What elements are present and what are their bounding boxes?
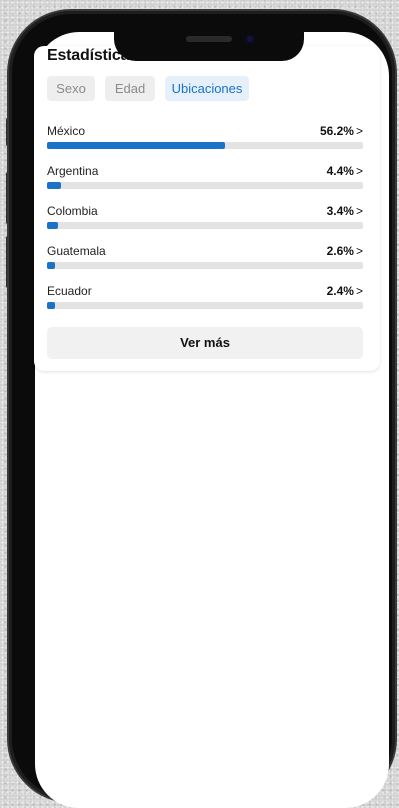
location-row-argentina[interactable]: Argentina 4.4% > xyxy=(47,164,363,192)
location-percent: 2.4% > xyxy=(326,284,363,298)
tab-ubicaciones[interactable]: Ubicaciones xyxy=(165,76,249,101)
location-name: Argentina xyxy=(47,164,99,178)
location-percent: 2.6% > xyxy=(326,244,363,258)
progress-fill xyxy=(47,142,225,149)
chevron-right-icon: > xyxy=(355,164,363,178)
chevron-right-icon: > xyxy=(355,284,363,298)
location-row-guatemala[interactable]: Guatemala 2.6% > xyxy=(47,244,363,272)
location-row-ecuador[interactable]: Ecuador 2.4% > xyxy=(47,284,363,312)
location-name: Colombia xyxy=(47,204,98,218)
front-camera-icon xyxy=(245,34,255,44)
tab-edad[interactable]: Edad xyxy=(105,76,155,101)
progress-track xyxy=(47,222,363,229)
chevron-right-icon: > xyxy=(355,244,363,258)
progress-track xyxy=(47,262,363,269)
location-percent: 4.4% > xyxy=(326,164,363,178)
location-name: México xyxy=(47,124,86,138)
progress-track xyxy=(47,302,363,309)
progress-fill xyxy=(47,302,55,309)
speaker-grille xyxy=(186,36,232,42)
progress-fill xyxy=(47,222,58,229)
progress-fill xyxy=(47,182,61,189)
chevron-right-icon: > xyxy=(355,124,363,138)
ver-mas-button[interactable]: Ver más xyxy=(47,327,363,359)
location-percent: 56.2% > xyxy=(319,124,363,138)
location-percent: 3.4% > xyxy=(326,204,363,218)
location-name: Guatemala xyxy=(47,244,106,258)
chevron-right-icon: > xyxy=(355,204,363,218)
progress-track xyxy=(47,182,363,189)
tab-sexo[interactable]: Sexo xyxy=(47,76,95,101)
location-row-colombia[interactable]: Colombia 3.4% > xyxy=(47,204,363,232)
location-row-mexico[interactable]: México 56.2% > xyxy=(47,124,363,152)
progress-track xyxy=(47,142,363,149)
location-name: Ecuador xyxy=(47,284,92,298)
progress-fill xyxy=(47,262,56,269)
notch xyxy=(114,22,304,61)
